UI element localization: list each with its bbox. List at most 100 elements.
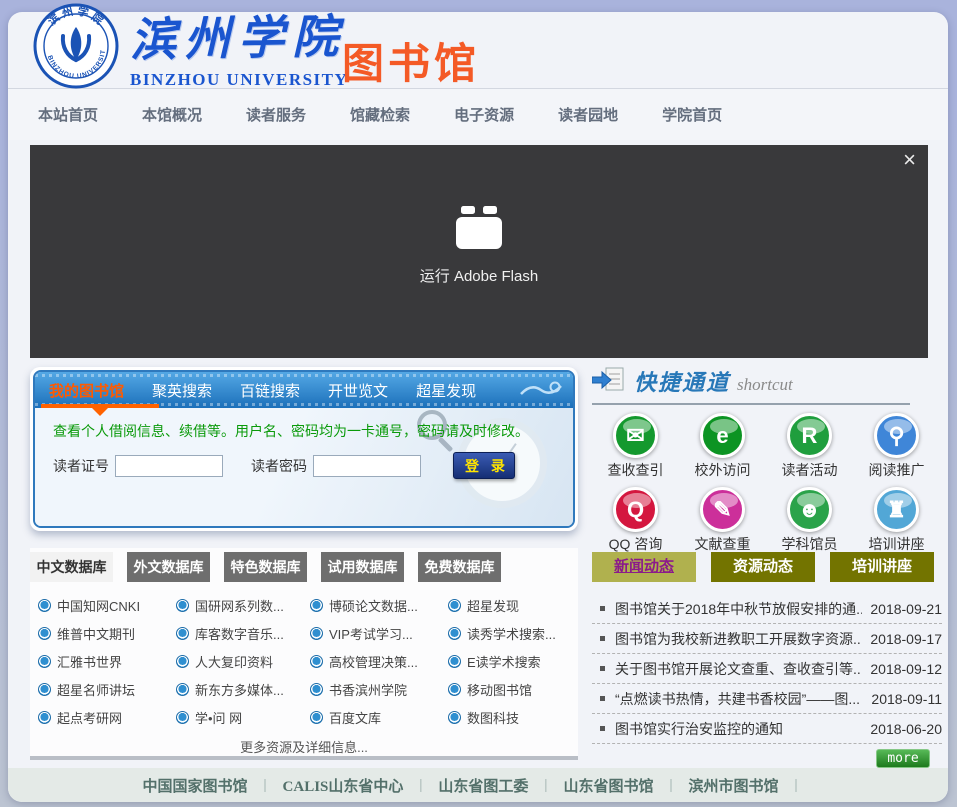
bullet-icon: [448, 599, 461, 612]
news-item[interactable]: 图书馆为我校新进教职工开展数字资源... 2018-09-17: [592, 624, 942, 654]
reader-password-input[interactable]: [313, 455, 421, 477]
news-item[interactable]: 图书馆实行治安监控的通知 2018-06-20: [592, 714, 942, 744]
tab-resource-updates[interactable]: 资源动态: [711, 552, 815, 582]
tab-kaishi-lanwen[interactable]: 开世览文: [328, 380, 388, 401]
shortcut-citation-check[interactable]: ✉ 查收查引: [592, 413, 679, 480]
db-link-kuke-music[interactable]: 库客数字音乐...: [176, 624, 310, 643]
footer-separator: |: [264, 777, 267, 794]
db-link-chaoxing-discovery[interactable]: 超星发现: [448, 596, 578, 615]
db-link-huiya[interactable]: 汇雅书世界: [38, 652, 176, 671]
news-item[interactable]: “点燃读书热情，共建书香校园”——图... 2018-09-11: [592, 684, 942, 714]
db-link-mobile-library[interactable]: 移动图书馆: [448, 680, 578, 699]
db-link-edu-search[interactable]: E读学术搜索: [448, 652, 578, 671]
db-link-shutu-tech[interactable]: 数图科技: [448, 708, 578, 727]
db-link-renda[interactable]: 人大复印资料: [176, 652, 310, 671]
db-link-shuxiang[interactable]: 书香滨州学院: [310, 680, 448, 699]
tab-training-lectures[interactable]: 培训讲座: [830, 552, 934, 582]
db-link-chaoxing-lectures[interactable]: 超星名师讲坛: [38, 680, 176, 699]
footer-link-binzhou-city-library[interactable]: 滨州市图书馆: [688, 775, 778, 796]
shortcut-qq-consult[interactable]: Q QQ 咨询: [592, 487, 679, 554]
tab-trial-databases[interactable]: 试用数据库: [321, 552, 404, 582]
flash-banner[interactable]: × 运行 Adobe Flash: [30, 145, 928, 358]
footer: 中国国家图书馆 | CALIS山东省中心 | 山东省图工委 | 山东省图书馆 |…: [8, 768, 948, 802]
bullet-icon: [448, 655, 461, 668]
main-container: 本站首页 本馆概况 读者服务 馆藏检索 电子资源 读者园地 学院首页 × 运行 …: [8, 12, 948, 802]
db-link-qidian-kaoyan[interactable]: 起点考研网: [38, 708, 176, 727]
shortcut-plagiarism-check[interactable]: ✎ 文献查重: [679, 487, 766, 554]
page-title: 图书馆: [342, 30, 480, 91]
bullet-icon: [176, 655, 189, 668]
tab-chinese-databases[interactable]: 中文数据库: [30, 552, 113, 582]
nav-item-reader-corner[interactable]: 读者园地: [558, 104, 618, 125]
qq-penguin-icon: Q: [613, 487, 658, 532]
cloud-swirl-icon: [519, 379, 563, 406]
db-link-gaoxiao-decision[interactable]: 高校管理决策...: [310, 652, 448, 671]
login-form: 读者证号 读者密码 登 录: [53, 452, 515, 479]
shortcut-reader-activities[interactable]: R 读者活动: [766, 413, 853, 480]
people-icon: ☻: [787, 487, 832, 532]
envelope-icon: ✉: [613, 413, 658, 458]
footer-link-shandong-library[interactable]: 山东省图书馆: [563, 775, 653, 796]
login-button[interactable]: 登 录: [453, 452, 515, 479]
search-tabs: 我的图书馆 聚英搜索 百链搜索 开世览文 超星发现: [35, 372, 573, 408]
shortcut-divider: [592, 403, 910, 405]
news-more-row: more: [592, 749, 942, 768]
reader-id-label: 读者证号: [53, 456, 109, 476]
shortcut-training-lectures[interactable]: ♜ 培训讲座: [853, 487, 940, 554]
close-icon[interactable]: ×: [903, 149, 916, 171]
footer-link-calis-shandong[interactable]: CALIS山东省中心: [283, 775, 404, 796]
university-logo-icon[interactable]: 滨 州 学 院 BINZHOU UNIVERSITY: [33, 3, 119, 89]
bullet-icon: [176, 627, 189, 640]
db-link-duxiu[interactable]: 读秀学术搜索...: [448, 624, 578, 643]
tab-chaoxing-discovery[interactable]: 超星发现: [416, 380, 476, 401]
tab-juying-search[interactable]: 聚英搜索: [152, 380, 212, 401]
nav-item-catalog-search[interactable]: 馆藏检索: [350, 104, 410, 125]
tab-my-library[interactable]: 我的图书馆: [49, 380, 124, 401]
active-tab-underline: [41, 404, 159, 408]
shortcut-reading-promotion[interactable]: ⚲ 阅读推广: [853, 413, 940, 480]
db-link-baidu-wenku[interactable]: 百度文库: [310, 708, 448, 727]
news-item[interactable]: 关于图书馆开展论文查重、查收查引等... 2018-09-12: [592, 654, 942, 684]
db-link-weipu[interactable]: 维普中文期刊: [38, 624, 176, 643]
news-tabs: 新闻动态 资源动态 培训讲座: [592, 552, 942, 582]
nav-item-e-resources[interactable]: 电子资源: [454, 104, 514, 125]
main-navigation: 本站首页 本馆概况 读者服务 馆藏检索 电子资源 读者园地 学院首页: [8, 88, 948, 140]
news-item[interactable]: 图书馆关于2018年中秋节放假安排的通... 2018-09-21: [592, 594, 942, 624]
db-link-xuewen[interactable]: 学•问 网: [176, 708, 310, 727]
login-area: 查看个人借阅信息、续借等。用户名、密码均为一卡通号，密码请及时修改。 读者证号 …: [35, 408, 573, 526]
shortcut-offcampus-access[interactable]: e 校外访问: [679, 413, 766, 480]
bullet-icon: [310, 627, 323, 640]
nav-item-home[interactable]: 本站首页: [38, 104, 98, 125]
db-link-guoyan[interactable]: 国研网系列数...: [176, 596, 310, 615]
more-news-button[interactable]: more: [876, 749, 930, 768]
bullet-icon: [38, 655, 51, 668]
db-link-boshuo[interactable]: 博硕论文数据...: [310, 596, 448, 615]
bullet-icon: [38, 711, 51, 724]
square-bullet-icon: [600, 636, 605, 641]
footer-separator: |: [794, 777, 797, 794]
nav-item-about[interactable]: 本馆概况: [142, 104, 202, 125]
more-resources-link[interactable]: 更多资源及详细信息...: [30, 737, 578, 756]
tab-news[interactable]: 新闻动态: [592, 552, 696, 582]
tab-free-databases[interactable]: 免费数据库: [418, 552, 501, 582]
nav-item-university-home[interactable]: 学院首页: [662, 104, 722, 125]
bullet-icon: [310, 683, 323, 696]
shortcut-subject-librarian[interactable]: ☻ 学科馆员: [766, 487, 853, 554]
tab-bailian-search[interactable]: 百链搜索: [240, 380, 300, 401]
footer-link-shandong-committee[interactable]: 山东省图工委: [438, 775, 528, 796]
square-bullet-icon: [600, 696, 605, 701]
square-bullet-icon: [600, 666, 605, 671]
reader-id-input[interactable]: [115, 455, 223, 477]
databases-panel: 中文数据库 外文数据库 特色数据库 试用数据库 免费数据库 中国知网CNKI 国…: [30, 548, 578, 760]
shortcut-title: 快捷通道: [634, 365, 730, 397]
db-link-vip-exam[interactable]: VIP考试学习...: [310, 624, 448, 643]
tab-special-databases[interactable]: 特色数据库: [224, 552, 307, 582]
bullet-icon: [310, 599, 323, 612]
db-link-cnki[interactable]: 中国知网CNKI: [38, 596, 176, 615]
tab-foreign-databases[interactable]: 外文数据库: [127, 552, 210, 582]
db-link-xindongfang[interactable]: 新东方多媒体...: [176, 680, 310, 699]
footer-link-national-library[interactable]: 中国国家图书馆: [143, 775, 248, 796]
browser-e-icon: e: [700, 413, 745, 458]
news-panel: 新闻动态 资源动态 培训讲座 图书馆关于2018年中秋节放假安排的通... 20…: [592, 552, 942, 768]
nav-item-reader-services[interactable]: 读者服务: [246, 104, 306, 125]
